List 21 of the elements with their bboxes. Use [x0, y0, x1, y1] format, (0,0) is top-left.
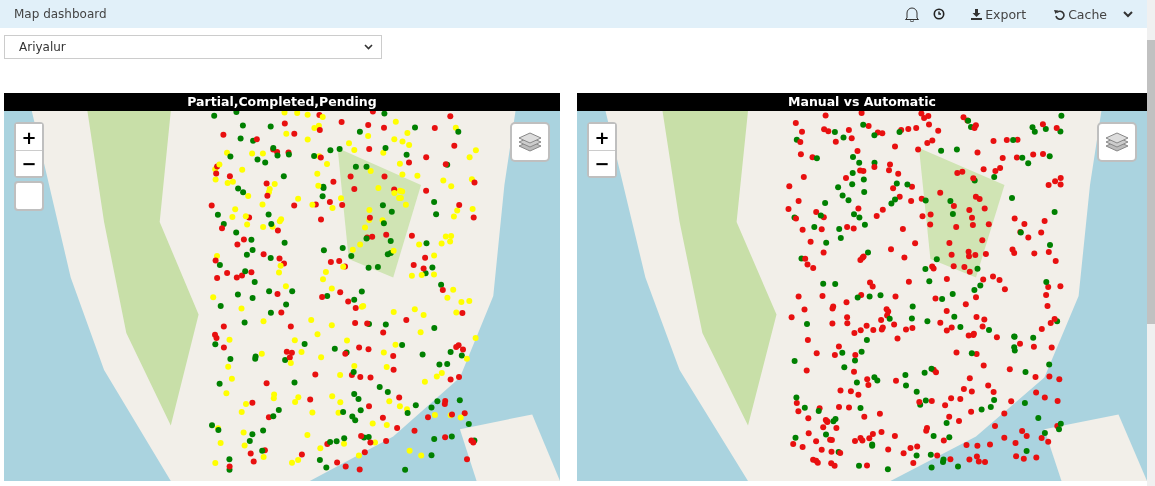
layers-icon [1105, 131, 1129, 153]
export-button[interactable]: Export [969, 4, 1029, 24]
map-title: Manual vs Automatic [577, 93, 1147, 111]
app-title: Map dashboard [14, 7, 108, 21]
clock-icon[interactable] [933, 8, 946, 20]
chevron-down-icon[interactable] [1123, 10, 1133, 18]
layers-icon [518, 131, 542, 153]
chevron-down-icon[interactable] [364, 44, 373, 50]
zoom-out-button[interactable]: − [16, 150, 42, 176]
download-icon [971, 8, 983, 20]
district-dropdown[interactable]: Ariyalur [4, 35, 382, 59]
scrollbar-thumb[interactable] [1147, 40, 1155, 324]
undo-icon [1054, 8, 1066, 20]
layers-button[interactable] [1097, 122, 1137, 162]
layers-button[interactable] [510, 122, 550, 162]
cache-button[interactable]: Cache [1052, 4, 1109, 24]
zoom-out-button[interactable]: − [589, 150, 615, 176]
map-title: Partial,Completed,Pending [4, 93, 560, 111]
map-drawing[interactable] [577, 111, 1147, 481]
map-drawing[interactable] [4, 111, 560, 481]
bell-icon[interactable] [905, 6, 920, 22]
